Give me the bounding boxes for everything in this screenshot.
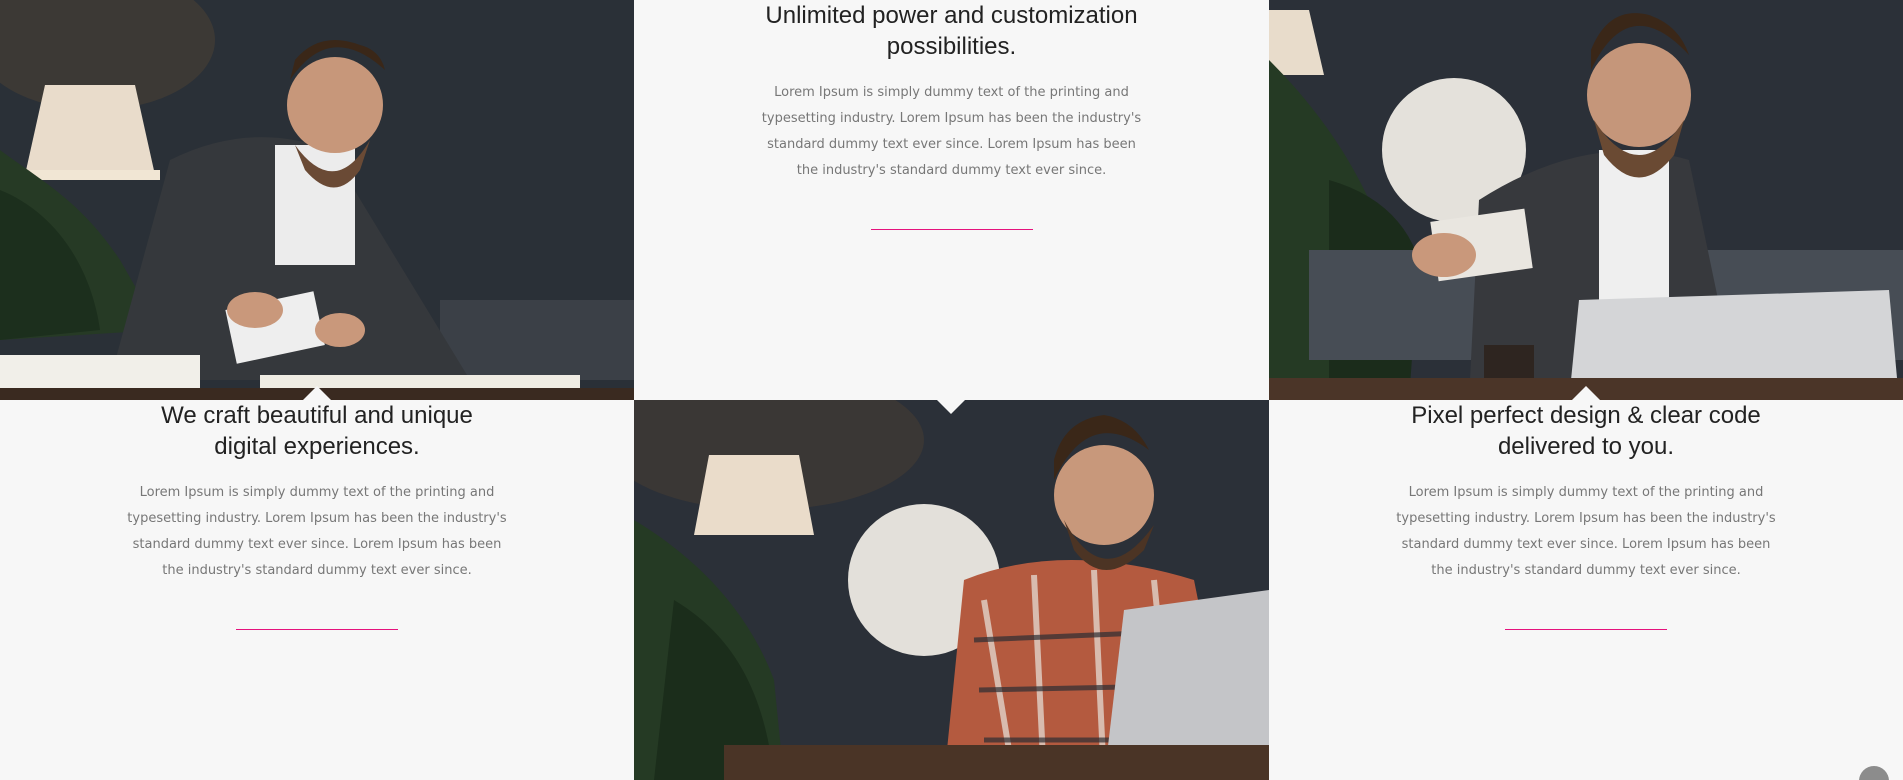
photo-man-at-laptop [634,400,1269,780]
feature-card-3: Pixel perfect design & clear code delive… [1269,400,1903,780]
feature-title: Pixel perfect design & clear code delive… [1411,402,1761,460]
feature-card-2: We craft beautiful and unique digital ex… [0,400,634,780]
section-arrow [303,386,331,400]
section-arrow [1572,386,1600,400]
feature-title: Unlimited power and customization possib… [765,2,1138,60]
arrow-up-icon[interactable] [1859,766,1889,780]
photo-man-offering-box [1269,0,1903,400]
section-arrow [937,400,965,414]
feature-description: Lorem Ipsum is simply dummy text of the … [761,85,1142,178]
accent-divider [870,229,1033,230]
feature-description: Lorem Ipsum is simply dummy text of the … [1396,485,1776,578]
feature-description: Lorem Ipsum is simply dummy text of the … [127,485,507,578]
feature-card-1: Unlimited power and customization possib… [634,0,1269,400]
accent-divider [1505,629,1667,630]
accent-divider [236,629,398,630]
photo-man-opening-box [0,0,634,400]
feature-title: We craft beautiful and unique digital ex… [161,402,473,460]
